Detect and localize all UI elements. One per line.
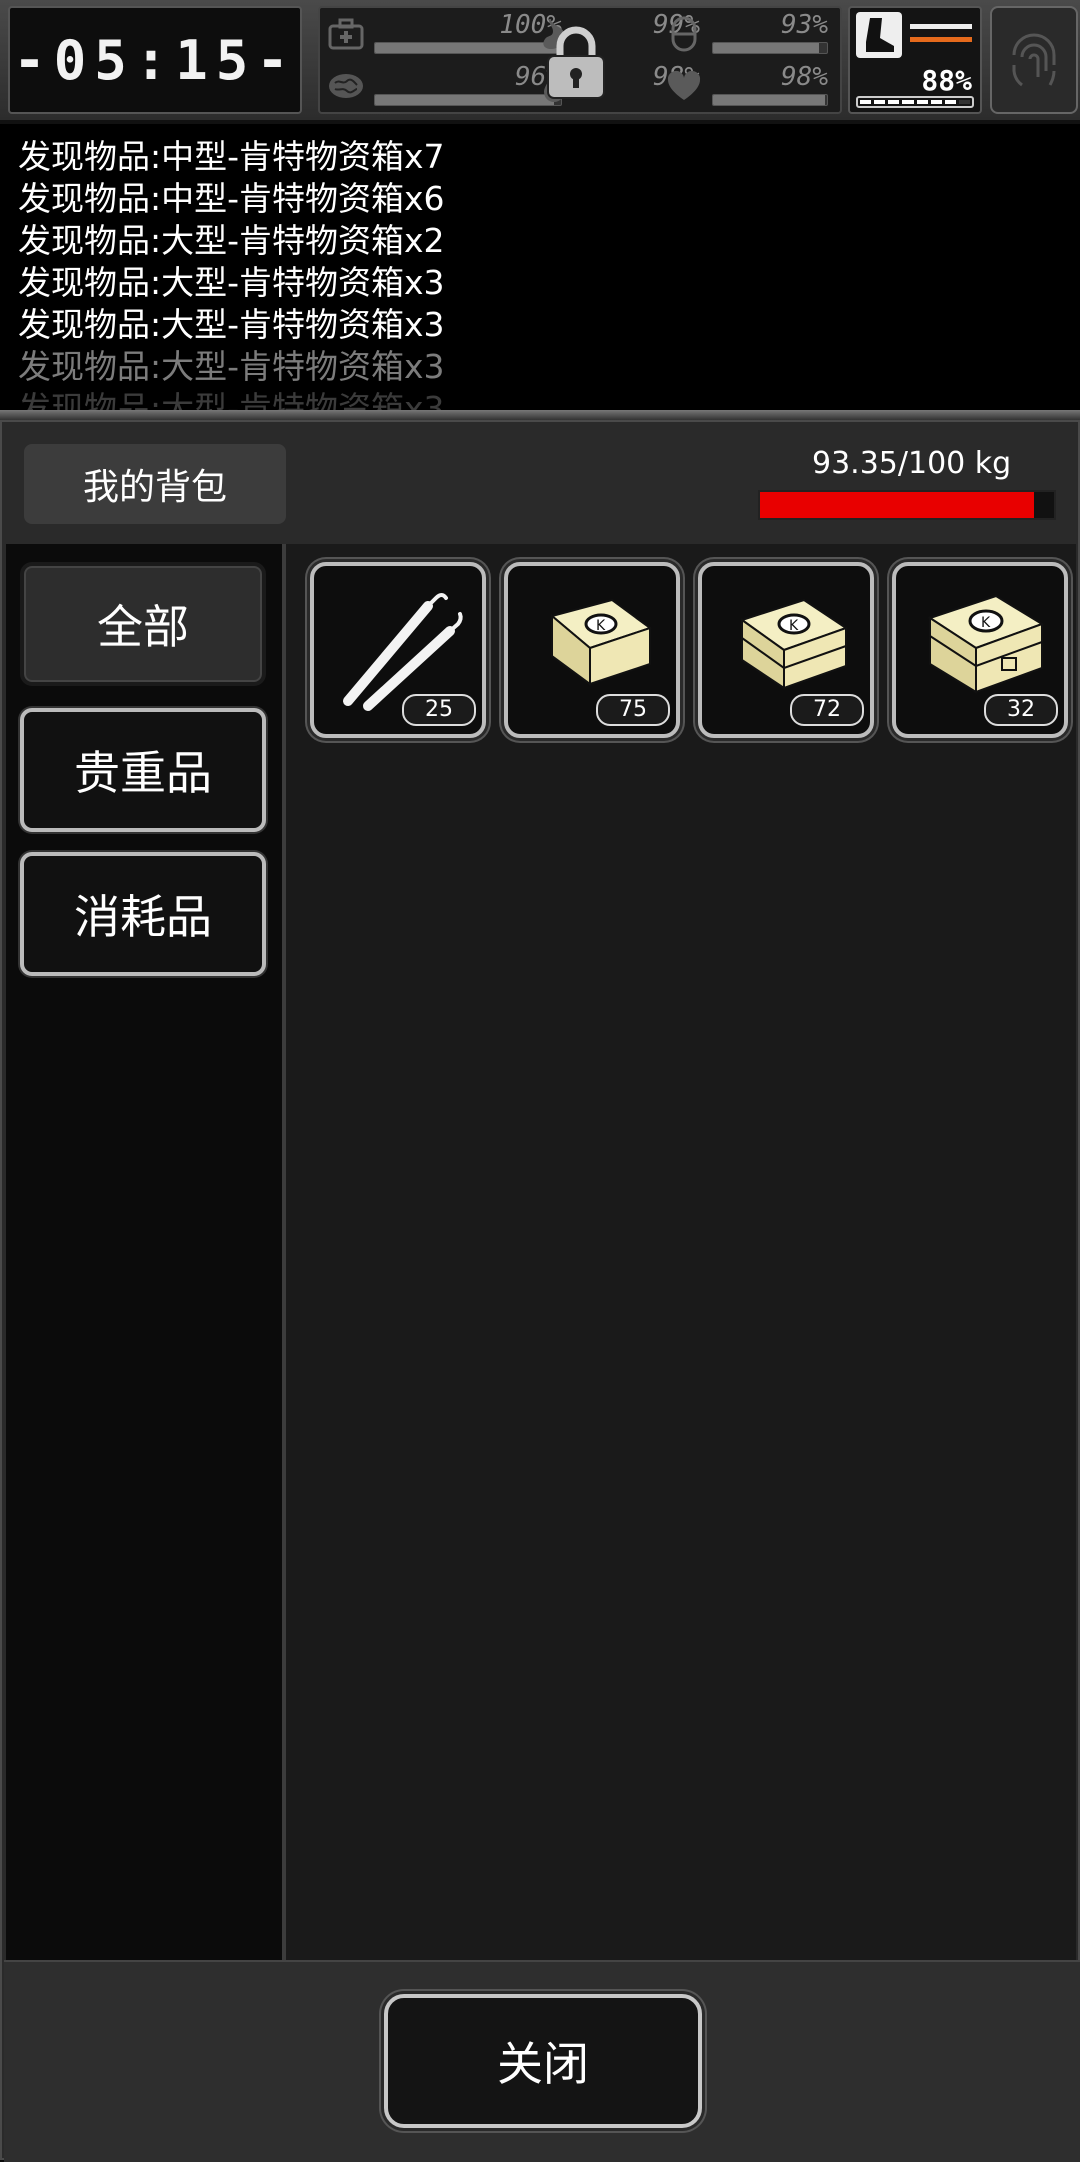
item-count: 75 <box>596 694 670 726</box>
item-count: 72 <box>790 694 864 726</box>
message-log: 发现物品:中型-肯特物资箱x7 发现物品:中型-肯特物资箱x6 发现物品:大型-… <box>0 124 1080 410</box>
tab-valuables[interactable]: 贵重品 <box>20 708 266 832</box>
game-clock: -05:15- <box>8 6 302 114</box>
stamina-segment <box>944 100 956 104</box>
inventory-panel: 我的背包 93.35/100 kg 全部 贵重品 消耗品 25 K 75 K 7… <box>0 420 1080 2162</box>
item-count: 32 <box>984 694 1058 726</box>
divider <box>0 410 1080 420</box>
log-line: 发现物品:大型-肯特物资箱x3 <box>18 347 445 386</box>
stamina-value: 88% <box>921 64 972 97</box>
log-line: 发现物品:中型-肯特物资箱x7 <box>18 137 445 176</box>
stamina-segment <box>902 100 914 104</box>
svg-text:K: K <box>981 615 991 631</box>
log-line: 发现物品:大型-肯特物资箱x3 <box>18 305 445 344</box>
stamina-panel: 88% <box>848 6 982 114</box>
medkit-icon <box>326 14 366 54</box>
stamina-segment <box>888 100 900 104</box>
log-line: 发现物品:中型-肯特物资箱x6 <box>18 179 445 218</box>
item-slot[interactable]: K 75 <box>504 562 680 738</box>
log-line: 发现物品:大型-肯特物资箱x3 <box>18 263 445 302</box>
weight-label: 93.35/100 kg <box>812 446 1012 481</box>
svg-text:K: K <box>789 618 799 634</box>
pill-icon <box>664 14 704 54</box>
stat-heart-value: 98% <box>781 62 828 92</box>
item-slot[interactable]: K 72 <box>698 562 874 738</box>
fingerprint-icon[interactable] <box>990 6 1078 114</box>
status-hud: -05:15- 100% 99% 93% 96% 98% 88% <box>0 0 1080 124</box>
stamina-segment <box>958 100 970 104</box>
close-button[interactable]: 关闭 <box>384 1994 702 2128</box>
item-grid: 25 K 75 K 72 K 32 <box>286 544 1076 1980</box>
padlock-icon[interactable] <box>544 24 608 102</box>
svg-text:K: K <box>596 618 606 634</box>
heart-icon <box>664 66 704 106</box>
bag-title: 我的背包 <box>24 444 286 524</box>
tab-consumables[interactable]: 消耗品 <box>20 852 266 976</box>
item-slot[interactable]: 25 <box>310 562 486 738</box>
item-count: 25 <box>402 694 476 726</box>
stat-medicine-value: 93% <box>781 10 828 40</box>
stat-medicine: 93% <box>660 10 838 58</box>
brain-icon <box>326 66 366 106</box>
item-slot[interactable]: K 32 <box>892 562 1068 738</box>
stat-heart: 98% <box>660 62 838 110</box>
category-sidebar: 全部 贵重品 消耗品 <box>6 544 286 1980</box>
log-line: 发现物品:大型-肯特物资箱x2 <box>18 221 445 260</box>
log-line: 发现物品:大型-肯特物资箱x3 <box>18 389 445 410</box>
vital-stats-panel: 100% 99% 93% 96% 98% <box>318 6 842 114</box>
tab-all[interactable]: 全部 <box>20 562 266 686</box>
walking-foot-icon <box>856 12 902 58</box>
stamina-segment <box>916 100 928 104</box>
stamina-bar <box>856 96 974 108</box>
stamina-segment <box>930 100 942 104</box>
stamina-segment <box>860 100 872 104</box>
stamina-lines <box>910 24 972 50</box>
weight-bar <box>758 490 1056 520</box>
stamina-segment <box>874 100 886 104</box>
panel-footer: 关闭 <box>4 1960 1080 2162</box>
